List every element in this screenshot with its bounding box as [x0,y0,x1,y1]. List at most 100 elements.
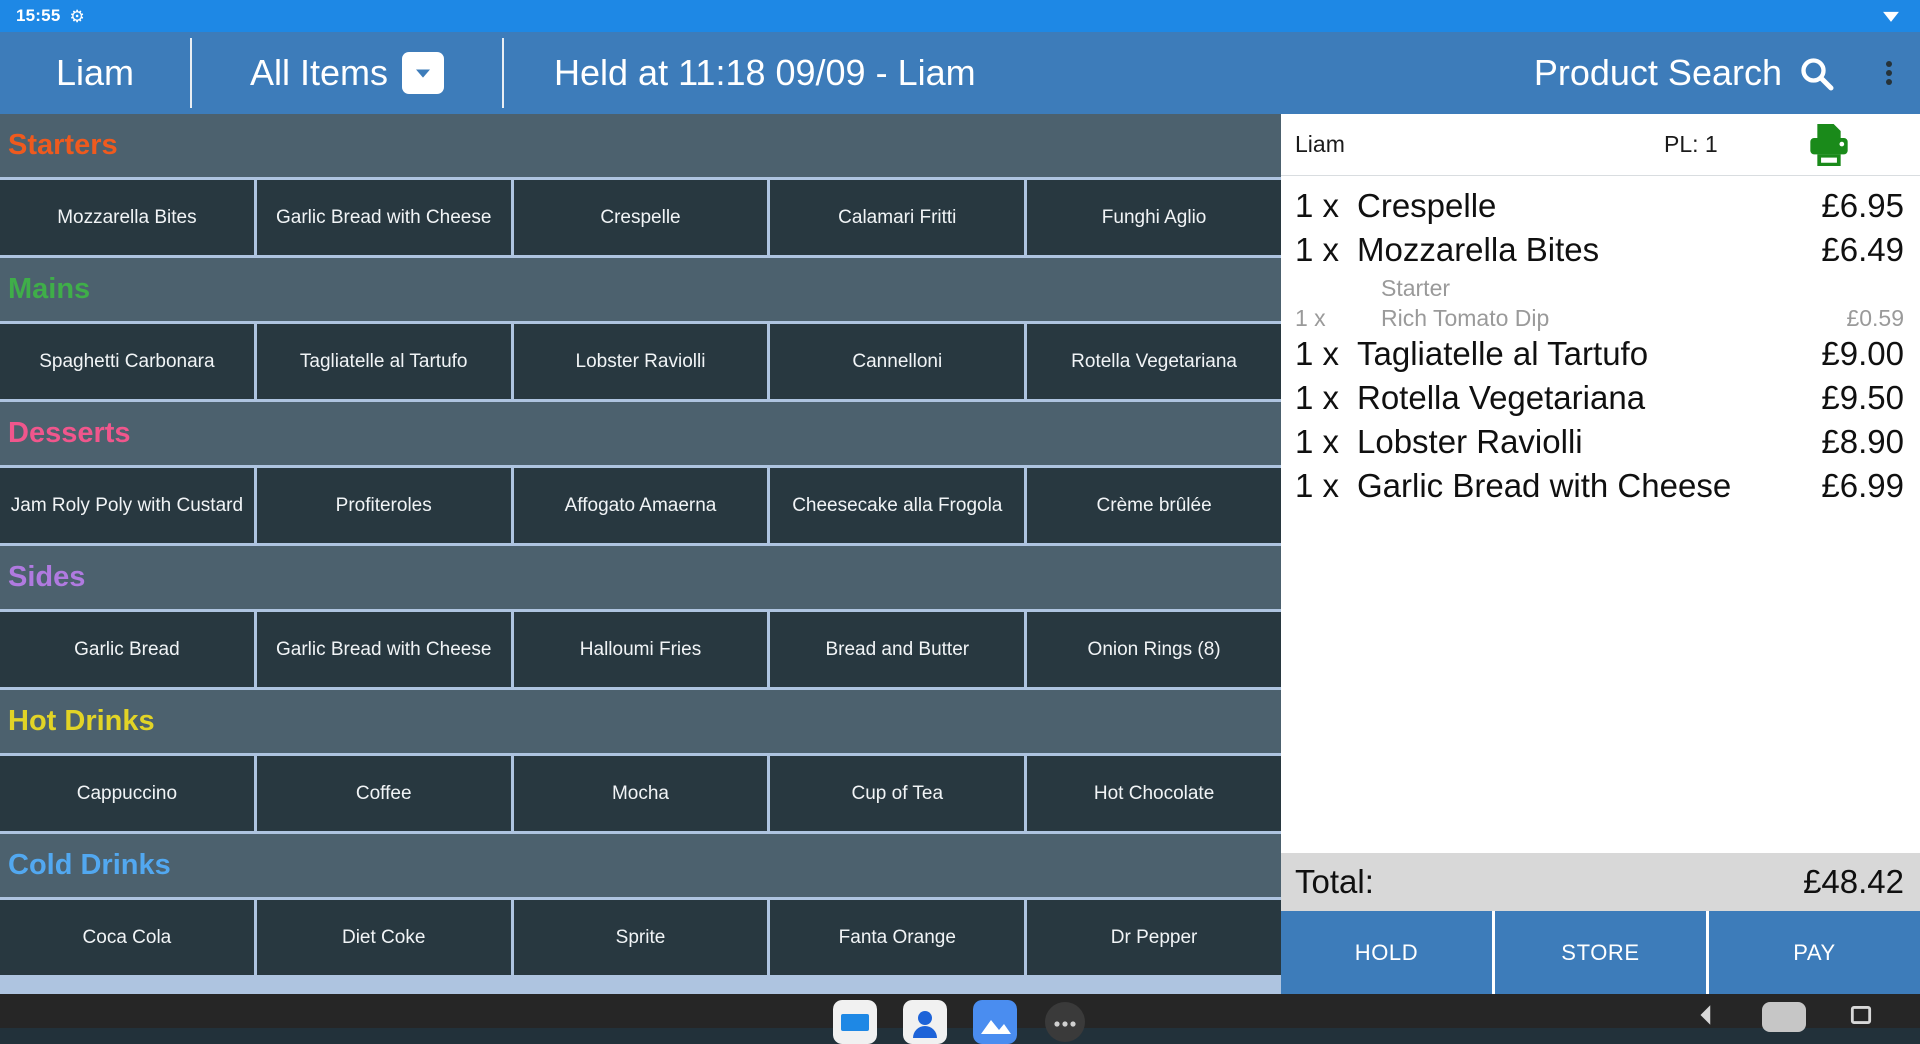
order-line-name: Rotella Vegetariana [1357,379,1646,416]
product-tile[interactable]: Hot Chocolate [1027,756,1281,831]
product-tile[interactable]: Jam Roly Poly with Custard [0,468,254,543]
page-title: Held at 11:18 09/09 - Liam [504,32,1534,114]
product-tile[interactable]: Lobster Raviolli [513,324,768,399]
order-line-modifier[interactable]: 1 x Rich Tomato Dip £0.59 [1281,305,1920,332]
page-title-label: Held at 11:18 09/09 - Liam [554,52,976,93]
product-tile[interactable]: Tagliatelle al Tartufo [256,324,511,399]
product-tile[interactable]: Cannelloni [770,324,1025,399]
order-panel-header: Liam PL: 1 [1281,114,1920,176]
product-tile[interactable]: Funghi Aglio [1027,180,1281,255]
category-label: Hot Drinks [8,705,155,737]
category-header: Mains [0,258,1281,321]
product-tile[interactable]: Calamari Fritti [770,180,1025,255]
android-status-bar: 15:55 ⚙ [0,0,1920,32]
category-row: Jam Roly Poly with Custard Profiteroles Af… [0,468,1281,543]
order-line-item[interactable]: 1 x Garlic Bread with Cheese £6.99 [1281,464,1920,508]
product-tile[interactable]: Mozzarella Bites [0,180,254,255]
order-line-qty: 1 x [1295,187,1340,224]
status-clock: 15:55 [16,6,61,25]
messages-icon[interactable] [833,1000,877,1044]
order-line-price: £6.95 [1821,187,1904,224]
product-tile[interactable]: Garlic Bread with Cheese [256,612,511,687]
order-line-name: Rich Tomato Dip [1381,305,1550,331]
product-tile[interactable]: Cup of Tea [770,756,1025,831]
product-tile[interactable]: Sprite [513,900,768,975]
hold-button[interactable]: HOLD [1281,911,1492,994]
order-line-item[interactable]: 1 x Lobster Raviolli £8.90 [1281,420,1920,464]
order-line-qty: 1 x [1295,231,1340,268]
order-line-modifier[interactable]: Starter [1281,272,1920,305]
product-tile[interactable]: Coffee [256,756,511,831]
product-search-button[interactable]: Product Search [1534,32,1858,114]
category-label: Cold Drinks [8,849,171,881]
order-line-qty: 1 x [1295,335,1340,372]
order-line-qty: 1 x [1295,379,1340,416]
order-line-price: £9.50 [1821,379,1904,416]
total-value: £48.42 [1803,863,1904,900]
search-icon[interactable] [1796,53,1836,93]
toolbar-filter-label: All Items [249,52,389,93]
product-tile[interactable]: Garlic Bread with Cheese [256,180,511,255]
product-tile[interactable]: Fanta Orange [770,900,1025,975]
product-tile[interactable]: Halloumi Fries [513,612,768,687]
kebab-dot-2 [1886,70,1892,76]
product-tile[interactable]: Spaghetti Carbonara [0,324,254,399]
order-line-price: £9.00 [1821,335,1904,372]
product-grid: Starters Mozzarella Bites Garlic Bread wit… [0,114,1281,994]
wifi-icon [1883,11,1899,22]
order-line-item[interactable]: 1 x Crespelle £6.95 [1281,184,1920,228]
product-tile[interactable]: Crespelle [513,180,768,255]
product-tile[interactable]: Affogato Amaerna [513,468,768,543]
order-line-item[interactable]: 1 x Rotella Vegetariana £9.50 [1281,376,1920,420]
order-user-label: Liam [1295,131,1345,157]
printer-icon[interactable] [1801,117,1857,178]
kebab-dot-3 [1886,79,1892,85]
order-line-qty: 1 x [1295,423,1340,460]
order-panel: Liam PL: 1 1 x Crespelle £6.95 1 x Mozzarell… [1281,114,1920,994]
order-line-item[interactable]: 1 x Tagliatelle al Tartufo £9.00 [1281,332,1920,376]
pay-button[interactable]: PAY [1709,911,1920,994]
contacts-icon[interactable] [903,1000,947,1044]
order-total-bar: Total: £48.42 [1281,853,1920,911]
recents-icon[interactable] [1848,1002,1874,1028]
product-tile[interactable]: Onion Rings (8) [1027,612,1281,687]
product-tile[interactable]: Coca Cola [0,900,254,975]
store-button[interactable]: STORE [1495,911,1706,994]
category-label: Sides [8,561,86,593]
gear-icon[interactable]: ⚙ [69,8,84,25]
order-line-name: Tagliatelle al Tartufo [1357,335,1649,372]
order-line-list[interactable]: 1 x Crespelle £6.95 1 x Mozzarella Bites £6.4… [1281,176,1920,853]
product-tile[interactable]: Dr Pepper [1027,900,1281,975]
product-tile[interactable]: Bread and Butter [770,612,1025,687]
category-label: Starters [8,129,118,161]
product-tile[interactable]: Crème brûlée [1027,468,1281,543]
toolbar-filter-dropdown[interactable]: All Items [192,32,502,114]
category-label: Mains [8,273,91,305]
order-line-price: £6.49 [1821,231,1904,268]
product-tile[interactable]: Cappuccino [0,756,254,831]
order-line-name: Crespelle [1357,187,1497,224]
product-tile[interactable]: Diet Coke [256,900,511,975]
product-tile[interactable]: Garlic Bread [0,612,254,687]
photos-icon[interactable] [973,1000,1017,1044]
order-line-price: £6.99 [1821,467,1904,504]
toolbar-user-label: Liam [55,52,135,93]
product-tile[interactable]: Mocha [513,756,768,831]
order-line-item[interactable]: 1 x Mozzarella Bites £6.49 [1281,228,1920,272]
order-line-name: Mozzarella Bites [1357,231,1600,268]
app-toolbar: Liam All Items Held at 11:18 09/09 - Lia… [0,32,1920,114]
more-icon[interactable] [1043,1000,1087,1044]
order-line-name: Starter [1381,275,1451,301]
chevron-down-icon[interactable] [402,52,445,94]
product-tile[interactable]: Cheesecake alla Frogola [770,468,1025,543]
toolbar-user-button[interactable]: Liam [0,32,190,114]
product-tile[interactable]: Rotella Vegetariana [1027,324,1281,399]
category-row: Spaghetti Carbonara Tagliatelle al Tartuf… [0,324,1281,399]
category-header: Starters [0,114,1281,177]
back-icon[interactable] [1694,1002,1720,1028]
product-tile[interactable]: Profiteroles [256,468,511,543]
order-line-price: £0.59 [1846,305,1904,331]
category-header: Hot Drinks [0,690,1281,753]
kebab-menu-icon[interactable] [1858,32,1920,114]
category-row: Garlic Bread Garlic Bread with Cheese Hall… [0,612,1281,687]
